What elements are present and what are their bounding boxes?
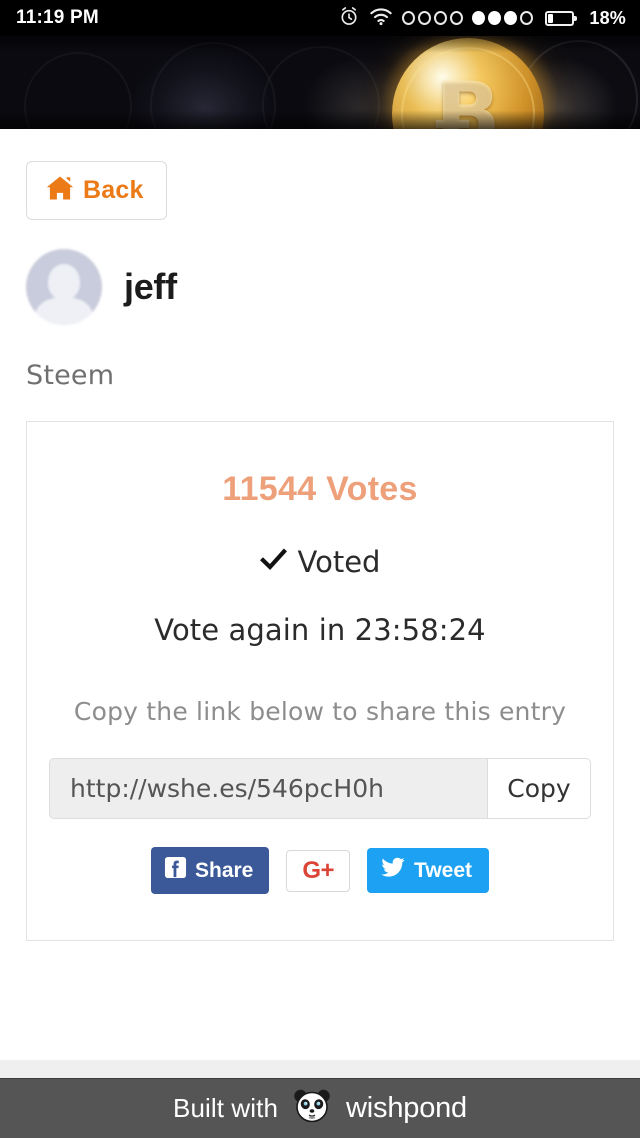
vote-again-label: Vote again in 23:58:24: [154, 613, 486, 647]
profile-name: jeff: [124, 266, 177, 307]
facebook-share-label: Share: [194, 858, 254, 882]
twitter-bird-icon: [381, 857, 405, 884]
signal-sim1-icon: [402, 11, 464, 25]
profile-header: jeff: [26, 249, 614, 325]
back-button-label: Back: [83, 176, 144, 204]
home-icon: [46, 175, 74, 206]
status-bar-clock: 11:19 PM: [16, 7, 99, 28]
social-share-row: Share G+ Tweet: [49, 847, 591, 894]
back-button[interactable]: Back: [26, 161, 167, 220]
footer-spacer: [0, 1060, 640, 1078]
share-prompt-label: Copy the link below to share this entry: [73, 697, 567, 726]
battery-percent-label: 18%: [589, 7, 626, 28]
avatar-body-shape: [35, 297, 93, 325]
footer-bar: Built with wishpond: [0, 1078, 640, 1138]
banner-vignette: [0, 36, 640, 129]
checkmark-icon: [259, 545, 287, 579]
wifi-icon: [369, 6, 393, 31]
main-content: Back jeff Steem 11544 Votes Voted Vote a: [0, 129, 640, 1060]
share-link-input[interactable]: [49, 758, 487, 819]
alarm-clock-icon: [338, 5, 360, 32]
page-root: 11:19 PM 18% Back jeff Steem 11544 Votes…: [0, 0, 640, 1138]
facebook-icon: [164, 856, 187, 885]
built-with-label: Built with: [173, 1093, 279, 1123]
copy-button[interactable]: Copy: [487, 758, 591, 819]
vote-count-label: 11544 Votes: [222, 470, 418, 508]
share-link-group: Copy: [49, 758, 591, 819]
vote-card: 11544 Votes Voted Vote again in 23:58:24…: [26, 421, 614, 941]
wishpond-brand-label: wishpond: [346, 1092, 467, 1124]
entry-title: Steem: [26, 360, 115, 391]
hero-banner: Ƀ: [0, 36, 640, 129]
voted-label: Voted: [297, 545, 381, 579]
google-plus-share-button[interactable]: G+: [286, 849, 351, 892]
status-bar: 11:19 PM 18%: [0, 0, 640, 36]
twitter-share-label: Tweet: [414, 858, 473, 882]
twitter-share-button[interactable]: Tweet: [367, 848, 490, 893]
battery-icon: [545, 10, 578, 26]
facebook-share-button[interactable]: Share: [150, 847, 270, 894]
google-plus-icon: G+: [302, 856, 335, 884]
status-bar-icons: 18%: [338, 5, 626, 32]
voted-status: Voted: [49, 545, 591, 579]
panda-icon: [292, 1088, 332, 1129]
signal-sim2-icon: [472, 11, 534, 25]
avatar: [26, 249, 102, 325]
avatar-head-shape: [48, 264, 80, 300]
